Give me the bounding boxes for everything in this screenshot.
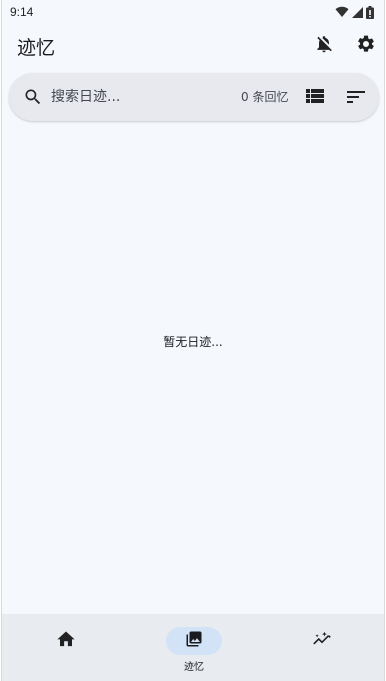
photo-library-icon (185, 630, 203, 652)
wifi-icon (335, 6, 349, 18)
nav-item-home[interactable] (2, 614, 130, 681)
home-icon (57, 631, 75, 651)
sort-button[interactable] (344, 85, 368, 109)
nav-item-memories[interactable]: 迹忆 (130, 614, 258, 681)
cell-signal-icon (352, 6, 363, 18)
settings-button[interactable] (350, 30, 382, 62)
nav-pill (38, 627, 94, 655)
bottom-navigation: 迹忆 (2, 614, 384, 681)
status-bar: 9:14 (2, 0, 384, 24)
gear-icon (356, 34, 376, 58)
search-input[interactable] (51, 85, 201, 109)
status-icons (335, 5, 374, 19)
nav-label-memories: 迹忆 (184, 662, 204, 673)
status-time: 9:14 (10, 5, 34, 19)
empty-state-text: 暂无日迹... (163, 335, 223, 349)
memory-count-label: 0 条回忆 (241, 90, 289, 104)
notifications-button[interactable] (308, 30, 340, 62)
notifications-off-icon (314, 34, 334, 58)
nav-pill-selected (166, 627, 222, 655)
nav-item-insights[interactable] (258, 614, 384, 681)
search-bar: 0 条回忆 (9, 73, 379, 121)
nav-pill (294, 627, 350, 655)
app-title: 迹忆 (17, 36, 56, 59)
view-list-icon (306, 88, 324, 107)
sort-icon (347, 88, 365, 107)
insights-icon (312, 630, 332, 652)
app-screen: 9:14 迹忆 搜索日迹... 0 条回忆 暂无日迹... 迹忆 (1, 0, 385, 681)
view-list-button[interactable] (303, 85, 327, 109)
battery-icon (366, 5, 374, 19)
search-icon[interactable] (21, 85, 45, 109)
app-bar: 迹忆 (2, 24, 384, 68)
